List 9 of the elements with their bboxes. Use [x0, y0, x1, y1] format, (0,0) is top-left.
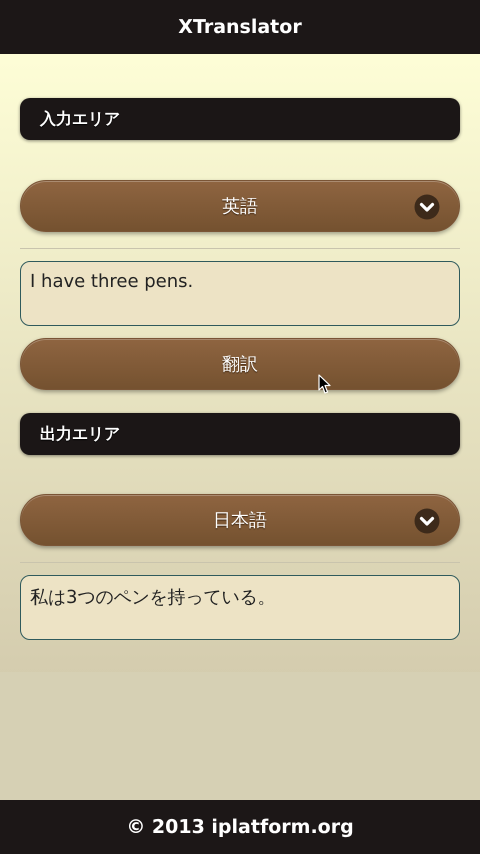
- section-heading: 出力エリア: [20, 413, 460, 455]
- text-field[interactable]: 私は3つのペンを持っている。: [20, 575, 460, 640]
- translate-button[interactable]: 翻訳: [20, 338, 460, 390]
- app-title: XTranslator: [178, 16, 302, 38]
- language-select[interactable]: 英語: [20, 180, 460, 232]
- section-heading: 入力エリア: [20, 98, 460, 140]
- copyright-text: © 2013 iplatform.org: [126, 816, 354, 838]
- text-field[interactable]: I have three pens.: [20, 261, 460, 326]
- language-select[interactable]: 日本語: [20, 494, 460, 546]
